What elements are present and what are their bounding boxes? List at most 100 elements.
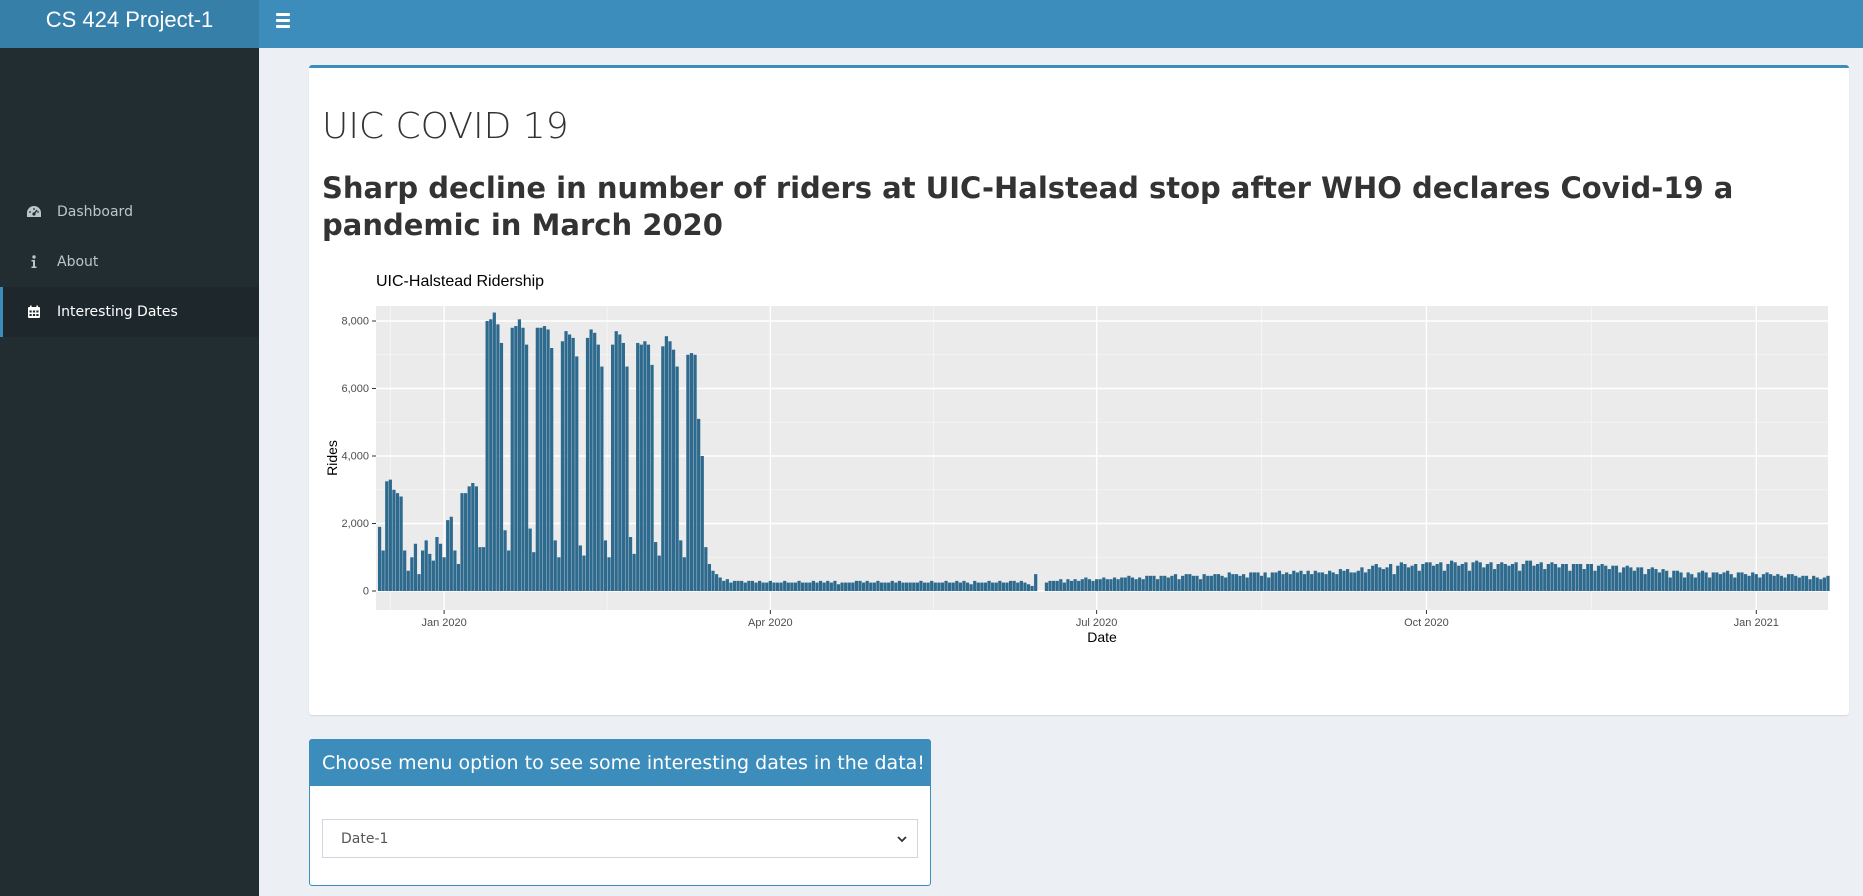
chart-bar: [1625, 565, 1629, 591]
page-subtitle: Sharp decline in number of riders at UIC…: [322, 171, 1734, 242]
chart-bar: [754, 582, 758, 591]
chart-bar: [654, 542, 658, 591]
chart-bar: [693, 354, 697, 591]
chart-bar: [1016, 582, 1020, 591]
ridership-chart-svg: 0 2,000 4,000 6,000 8,000 Jan 2020 Apr 2020 Jul…: [324, 273, 1863, 645]
chart-bar: [575, 356, 579, 591]
chart-bar: [1155, 579, 1160, 591]
chart-bar: [1482, 567, 1486, 591]
chart-bar: [740, 580, 744, 591]
chart-bar: [682, 557, 686, 591]
chart-bar: [377, 526, 382, 591]
sidebar-item-interesting-dates[interactable]: Interesting Dates: [0, 287, 259, 337]
chart-bar: [912, 582, 916, 591]
chart-bar: [671, 349, 676, 591]
chart-bar: [944, 580, 948, 591]
chart-bar: [1457, 565, 1461, 591]
chart-bar: [1726, 570, 1730, 591]
hamburger-menu-icon[interactable]: [276, 11, 296, 29]
chart-bar: [940, 582, 945, 591]
sidebar-item-about[interactable]: About: [0, 237, 259, 287]
chart-bar: [1654, 569, 1658, 591]
chart-bar: [1410, 565, 1414, 591]
chart-bar: [1231, 574, 1235, 591]
chart-bar: [983, 582, 988, 591]
chart-bar: [1776, 574, 1780, 591]
chart-bar: [1345, 569, 1350, 591]
chart-bar: [1421, 564, 1425, 591]
chart-bar: [725, 579, 729, 591]
chart-bar: [955, 580, 959, 591]
chart-bar: [1328, 570, 1332, 591]
chart-bar: [1317, 572, 1321, 591]
chart-bar: [1439, 562, 1443, 591]
chart-bar: [1044, 582, 1049, 591]
chart-bar: [614, 331, 618, 591]
chart-bar: [1378, 567, 1382, 591]
chart-bar: [1285, 572, 1289, 591]
chart-bar: [894, 582, 898, 591]
chart-bar: [1622, 567, 1626, 591]
chart-bar: [1417, 570, 1421, 591]
chart-bar: [381, 550, 385, 591]
chart-bar: [1277, 570, 1282, 591]
chart-bar: [1521, 564, 1525, 591]
sidebar-item-dashboard[interactable]: Dashboard: [0, 187, 259, 237]
chart-bar: [1550, 562, 1554, 591]
chart-bar: [1546, 564, 1550, 591]
chart-bar: [1593, 570, 1597, 591]
app-logo[interactable]: CS 424 Project-1: [0, 0, 259, 48]
chart-bar: [1485, 564, 1490, 591]
chart-bar: [1492, 569, 1497, 591]
chart-bar: [1611, 565, 1615, 591]
chart-bar: [1048, 580, 1052, 591]
chart-bar: [1295, 572, 1300, 591]
chart-bar: [793, 582, 798, 591]
chart-bar: [1639, 567, 1644, 591]
chart-bar: [1783, 577, 1787, 591]
chart-bar: [987, 580, 991, 591]
chart-bar: [428, 553, 432, 591]
chart-bar: [1138, 577, 1142, 591]
y-tick-label: 8,000: [341, 316, 369, 328]
chart-bar: [510, 327, 514, 591]
chart-bar: [890, 580, 894, 591]
chart-bar: [1001, 582, 1006, 591]
chart-bar: [657, 555, 661, 591]
chart-bar: [991, 582, 995, 591]
chart-bar: [1019, 580, 1023, 591]
chart-bar: [1163, 575, 1167, 591]
chart-bar: [1238, 575, 1242, 591]
chart-bar: [1736, 572, 1740, 591]
chart-bar: [844, 582, 848, 591]
chart-bar: [435, 537, 439, 591]
chart-bar: [1772, 575, 1776, 591]
chart-bar: [858, 580, 862, 591]
chart-bar: [456, 564, 461, 591]
chart-bar: [1274, 572, 1278, 591]
chart-bar: [750, 580, 755, 591]
chart-bar: [1026, 584, 1031, 591]
x-axis-label: Date: [1087, 629, 1117, 645]
chart-bar: [1604, 565, 1608, 591]
chart-bar: [600, 366, 604, 591]
chart-bar: [1786, 574, 1791, 591]
chart-bar: [560, 341, 565, 591]
page-title: UIC COVID 19: [322, 106, 569, 147]
chart-bar: [869, 582, 873, 591]
chart-bar: [1406, 567, 1411, 591]
chart-bar: [1098, 579, 1102, 591]
chart-bar: [1679, 572, 1683, 591]
chart-bar: [722, 580, 726, 591]
chart-bar: [1252, 572, 1256, 591]
chart-bar: [1159, 575, 1163, 591]
chart-bar: [1693, 577, 1697, 591]
chart-bar: [958, 582, 962, 591]
date-select[interactable]: Date-1: [322, 819, 918, 858]
x-tick-label: Jan 2021: [1734, 617, 1779, 629]
chart-bar: [1514, 562, 1518, 591]
chart-bar: [768, 580, 772, 591]
chart-bar: [1030, 585, 1034, 591]
chart-bar: [1148, 575, 1153, 591]
chart-bar: [1374, 564, 1378, 591]
